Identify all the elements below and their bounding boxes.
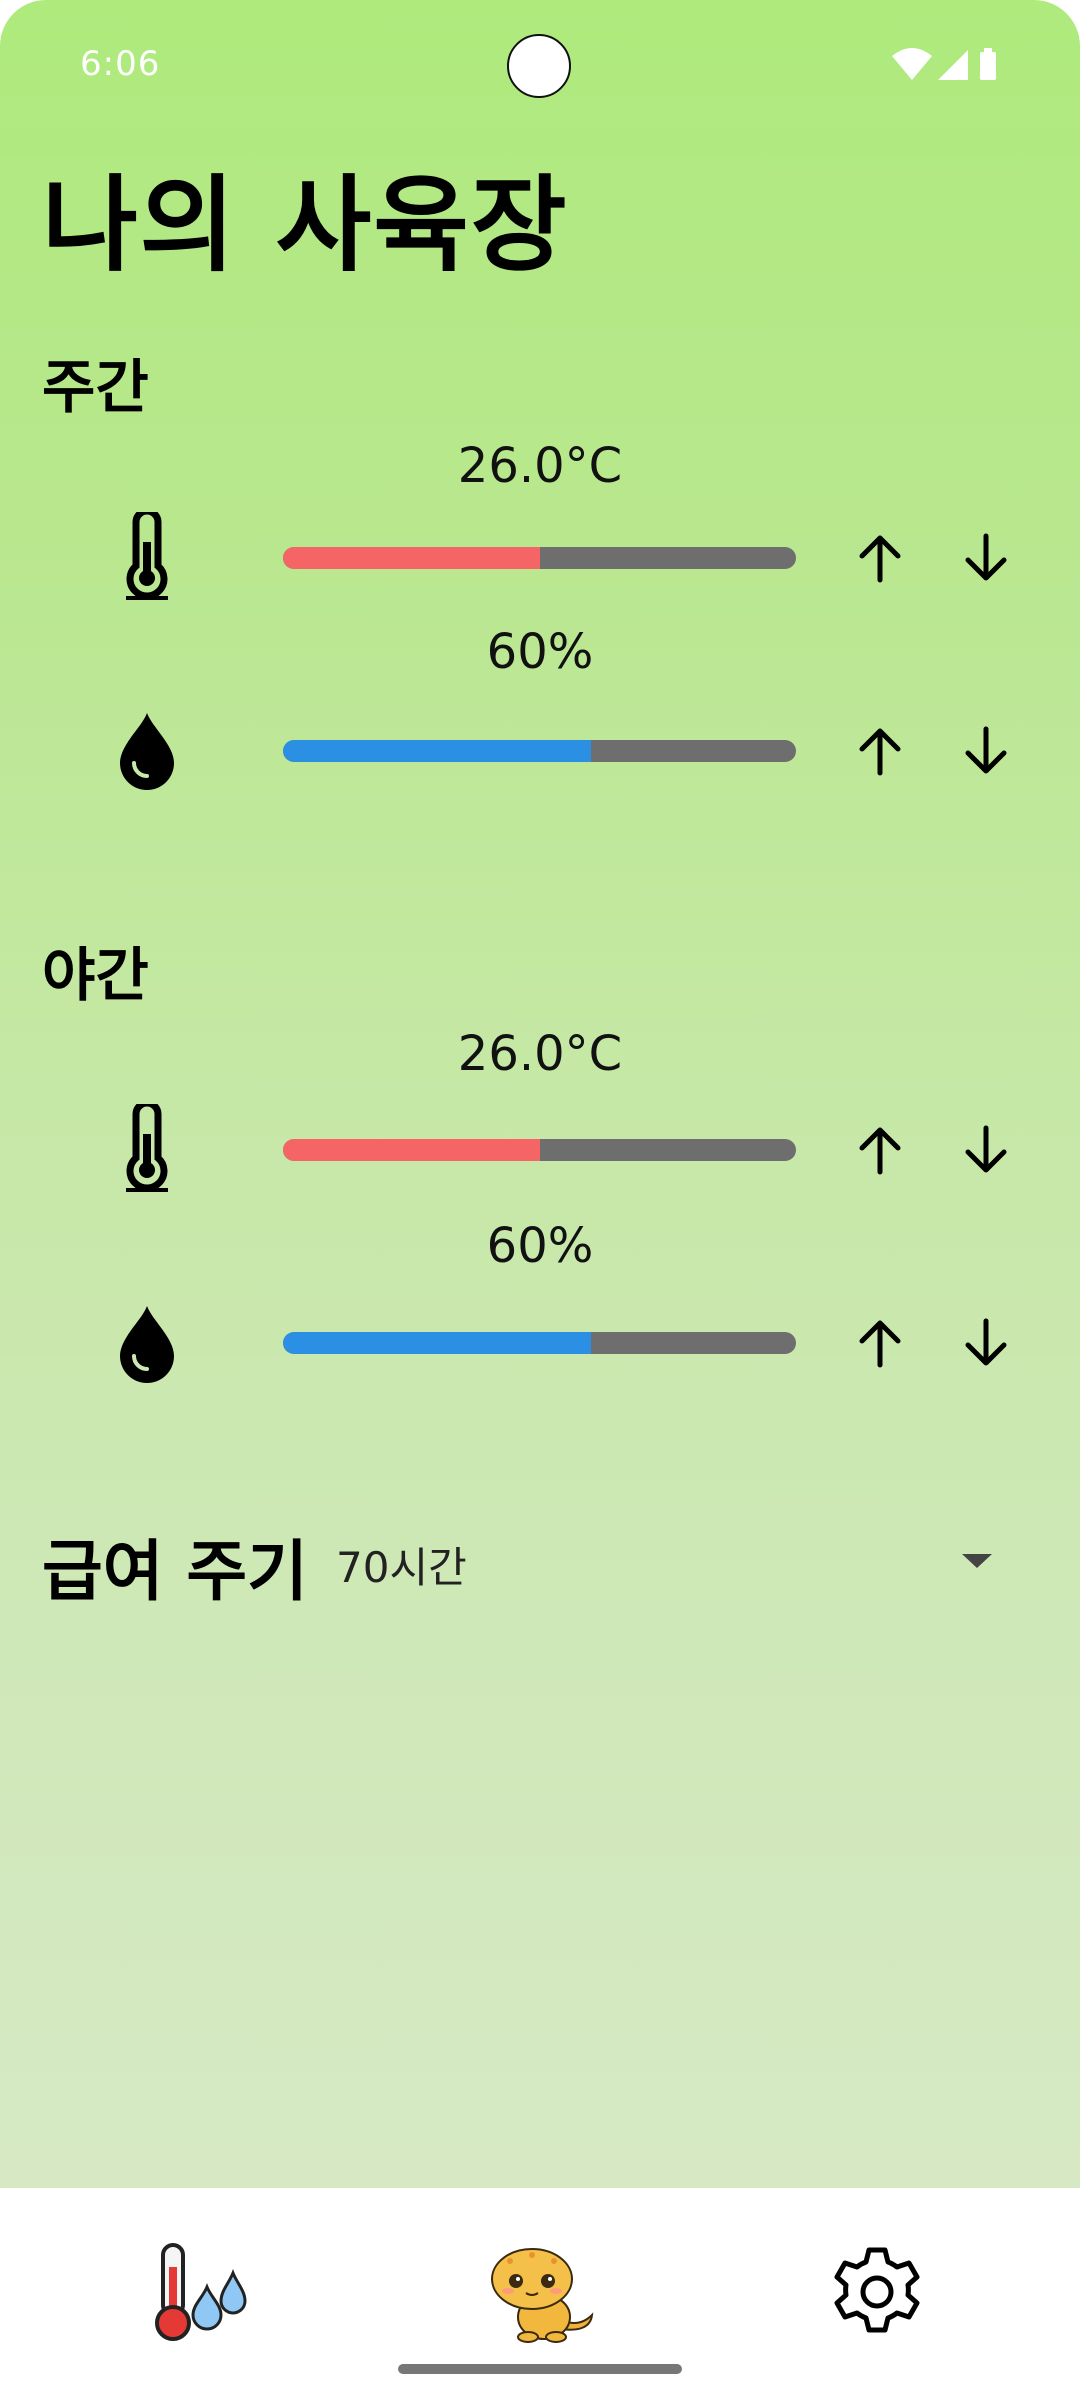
- night-temperature-down-button[interactable]: [946, 1110, 1026, 1190]
- home-indicator[interactable]: [398, 2364, 682, 2374]
- day-temperature-bar-fill: [283, 547, 540, 569]
- gear-icon: [834, 2247, 920, 2333]
- arrow-up-icon: [859, 1320, 901, 1368]
- feeding-interval-value: 70시간: [336, 1543, 467, 1592]
- day-humidity-bar[interactable]: [283, 740, 796, 762]
- wifi-icon: [892, 48, 932, 80]
- signal-icon: [938, 50, 968, 80]
- day-temperature-down-button[interactable]: [946, 518, 1026, 598]
- arrow-down-icon: [965, 533, 1007, 581]
- day-temperature-bar[interactable]: [283, 547, 796, 569]
- status-time: 6:06: [80, 44, 161, 84]
- night-temperature-bar[interactable]: [283, 1139, 796, 1161]
- day-humidity-up-button[interactable]: [840, 711, 920, 791]
- nav-home-tab[interactable]: [475, 2232, 605, 2352]
- status-icons: [892, 48, 996, 80]
- arrow-up-icon: [859, 728, 901, 776]
- feeding-label: 급여 주기: [42, 1533, 308, 1610]
- battery-icon: [980, 48, 996, 80]
- chevron-down-icon: [962, 1554, 992, 1568]
- thermometer-icon: [126, 1104, 168, 1192]
- water-drop-icon: [120, 1306, 174, 1383]
- arrow-down-icon: [965, 1125, 1007, 1173]
- section-title-night: 야간: [42, 941, 149, 1009]
- night-temperature-bar-fill: [283, 1139, 540, 1161]
- arrow-down-icon: [965, 726, 1007, 774]
- night-humidity-value: 60%: [486, 1218, 594, 1274]
- night-temperature-value: 26.0°C: [457, 1026, 623, 1082]
- night-humidity-bar[interactable]: [283, 1332, 796, 1354]
- page-title: 나의 사육장: [42, 164, 569, 286]
- thermometer-water-icon: [155, 2243, 247, 2341]
- day-humidity-value: 60%: [486, 624, 594, 680]
- day-humidity-bar-fill: [283, 740, 591, 762]
- night-humidity-up-button[interactable]: [840, 1303, 920, 1383]
- day-temperature-up-button[interactable]: [840, 518, 920, 598]
- water-drop-icon: [120, 713, 174, 790]
- arrow-up-icon: [859, 535, 901, 583]
- arrow-up-icon: [859, 1127, 901, 1175]
- day-temperature-value: 26.0°C: [457, 438, 623, 494]
- section-title-day: 주간: [42, 353, 149, 421]
- day-humidity-down-button[interactable]: [946, 711, 1026, 791]
- feeding-interval-dropdown[interactable]: 70시간: [330, 1522, 1020, 1612]
- thermometer-icon: [126, 512, 168, 600]
- lizard-icon: [491, 2248, 594, 2343]
- night-temperature-up-button[interactable]: [840, 1110, 920, 1190]
- main-screen: 6:06 나의 사육장 주간 26.0°C 60% 야간 26.0°C 60% …: [0, 0, 1080, 2188]
- nav-settings-tab[interactable]: [812, 2232, 942, 2352]
- camera-cutout: [507, 34, 571, 98]
- arrow-down-icon: [965, 1318, 1007, 1366]
- nav-climate-tab[interactable]: [132, 2232, 262, 2352]
- night-humidity-bar-fill: [283, 1332, 591, 1354]
- night-humidity-down-button[interactable]: [946, 1303, 1026, 1383]
